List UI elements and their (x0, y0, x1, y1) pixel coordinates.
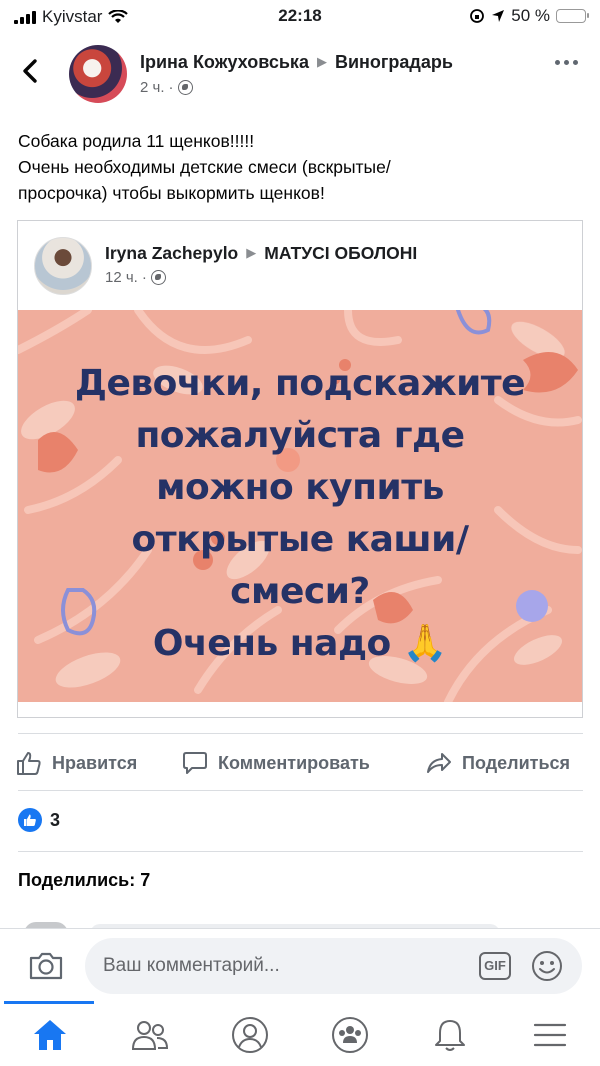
divider (18, 790, 583, 791)
reactions-summary[interactable]: 3 (18, 808, 60, 832)
status-right: 50 % (469, 6, 589, 26)
image-caption-line: можно купить (156, 467, 444, 508)
notifications-icon[interactable] (430, 1015, 470, 1055)
menu-icon[interactable] (530, 1015, 570, 1055)
arrow-right-icon: ▶ (246, 245, 257, 260)
status-bar: Kyivstar 22:18 50 % (0, 0, 600, 34)
post-text-line: просрочка) чтобы выкормить щенков! (18, 183, 325, 203)
post-text-line: Собака родила 11 щенков!!!!! (18, 131, 255, 151)
shared-author-avatar[interactable] (34, 237, 92, 295)
author-line: Ірина Кожуховська ▶ Виноградарь (140, 52, 453, 73)
divider (18, 851, 583, 852)
image-caption-line: пожалуйста где (135, 415, 465, 456)
location-icon (492, 10, 505, 22)
globe-icon (150, 270, 166, 285)
shared-post-meta: 12 ч. · (105, 269, 166, 286)
shared-post-card[interactable]: Iryna Zachepylo ▶ МАТУСІ ОБОЛОНІ 12 ч.· (17, 220, 583, 718)
comment-composer: Ваш комментарий... GIF (0, 928, 600, 1000)
shared-post-time[interactable]: 12 ч. (105, 269, 138, 286)
shared-image[interactable]: Девочки, подскажите пожалуйста где можно… (18, 310, 582, 702)
tab-indicator (4, 1001, 94, 1004)
like-label: Нравится (52, 752, 138, 773)
comment-input[interactable]: Ваш комментарий... GIF (85, 938, 582, 994)
post-meta: 2 ч. · (140, 79, 193, 96)
image-caption-line: открытые каши/ (131, 519, 469, 560)
bottom-tab-bar (0, 1001, 600, 1066)
image-caption: Девочки, подскажите пожалуйста где можно… (18, 358, 582, 670)
arrow-right-icon: ▶ (316, 54, 327, 69)
gif-icon[interactable]: GIF (479, 952, 511, 980)
author-name[interactable]: Ірина Кожуховська (140, 52, 309, 72)
like-reaction-icon (18, 808, 42, 832)
comment-placeholder: Ваш комментарий... (103, 955, 280, 976)
comment-label: Комментировать (218, 752, 370, 773)
shared-author-name[interactable]: Iryna Zachepylo (105, 243, 238, 263)
home-icon[interactable] (30, 1015, 70, 1055)
shared-group-name[interactable]: МАТУСІ ОБОЛОНІ (264, 243, 417, 263)
shares-count[interactable]: Поделились: 7 (18, 870, 150, 891)
reaction-count: 3 (50, 809, 61, 830)
camera-icon[interactable] (28, 951, 64, 986)
share-button[interactable]: Поделиться (426, 750, 570, 776)
comment-button[interactable]: Комментировать (182, 750, 370, 776)
profile-icon[interactable] (230, 1015, 270, 1055)
post-text: Собака родила 11 щенков!!!!! Очень необх… (18, 128, 583, 206)
share-icon (427, 753, 451, 773)
battery-icon (556, 9, 589, 23)
post-text-line: Очень необходимы детские смеси (вскрытые… (18, 157, 391, 177)
comment-icon (183, 752, 207, 774)
post-header: Ірина Кожуховська ▶ Виноградарь 2 ч. · (0, 42, 600, 112)
divider (18, 733, 583, 734)
smiley-icon[interactable] (531, 950, 563, 987)
like-button[interactable]: Нравится (16, 750, 137, 776)
friends-icon[interactable] (130, 1015, 170, 1055)
globe-icon (177, 80, 193, 95)
share-label: Поделиться (462, 752, 571, 773)
groups-icon[interactable] (330, 1015, 370, 1055)
post-time[interactable]: 2 ч. (140, 79, 165, 96)
like-icon (17, 752, 41, 775)
image-caption-line: Очень надо 🙏 (152, 623, 448, 664)
image-caption-line: Девочки, подскажите (74, 363, 526, 404)
more-icon[interactable] (555, 60, 578, 65)
battery-percent: 50 % (511, 6, 550, 25)
image-caption-line: смеси? (230, 571, 370, 612)
author-avatar[interactable] (69, 45, 127, 103)
back-chevron-icon[interactable] (22, 58, 38, 92)
action-bar: Нравится Комментировать Поделиться (0, 742, 600, 786)
rotation-lock-icon (470, 9, 485, 23)
group-name[interactable]: Виноградарь (335, 52, 453, 72)
shared-author-line: Iryna Zachepylo ▶ МАТУСІ ОБОЛОНІ (105, 243, 417, 264)
